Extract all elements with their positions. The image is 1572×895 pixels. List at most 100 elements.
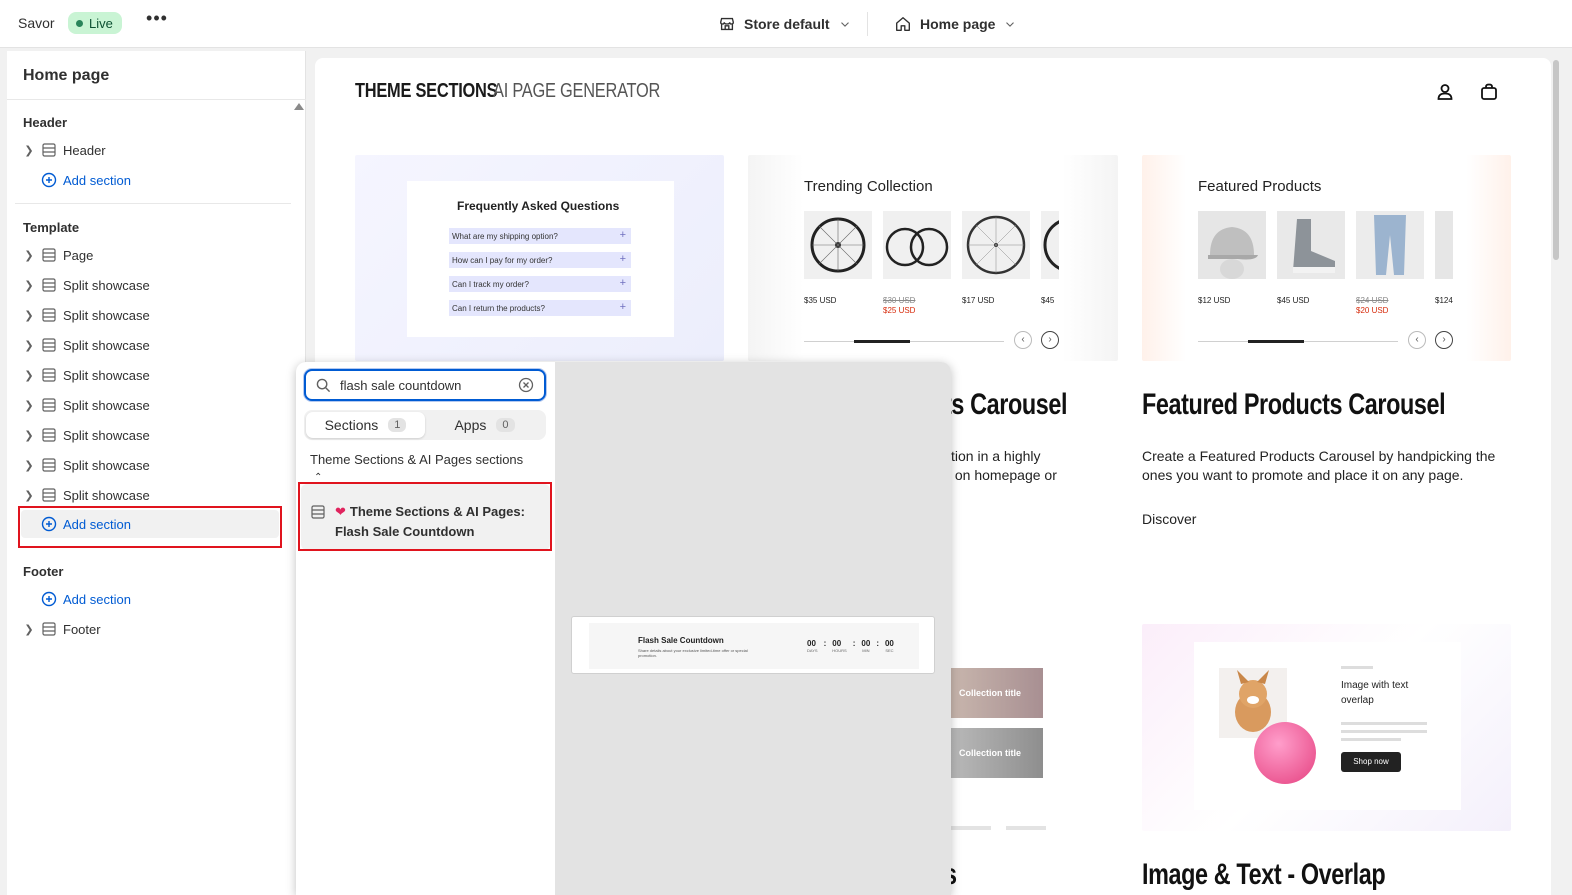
shop-now-button: Shop now: [1341, 752, 1401, 772]
sidebar-item-label: Split showcase: [63, 337, 150, 353]
trending-collection-thumbnail[interactable]: Trending Collection $35 USD $30 USD $25 …: [748, 155, 1118, 361]
preview-scrollbar[interactable]: [1553, 60, 1559, 260]
group-footer-heading: Footer: [23, 564, 64, 579]
featured-products-thumbnail[interactable]: Featured Products $12 USD $45 USD $24 US…: [1142, 155, 1511, 361]
flash-sale-inner: Flash Sale Countdown Share details about…: [589, 623, 919, 669]
search-icon: [316, 378, 331, 393]
product-price: $45 USD: [1277, 296, 1310, 305]
chevron-right-icon: ❯: [24, 623, 34, 636]
plus-circle-icon: [41, 591, 57, 607]
divider: [15, 203, 291, 204]
section-icon: [42, 368, 56, 382]
featured-heading: Featured Products: [1198, 178, 1322, 195]
image-text-overlap-thumbnail[interactable]: Image with text overlap Shop now: [1142, 624, 1511, 831]
sidebar-item-template-split-showcase[interactable]: ❯ Split showcase: [21, 331, 281, 359]
tab-apps[interactable]: Apps 0: [425, 412, 544, 438]
cart-bag-icon[interactable]: [1479, 82, 1499, 102]
product-price-sale: $20 USD: [1356, 306, 1389, 315]
section-icon: [42, 143, 56, 157]
collection-list-thumbnail[interactable]: Collection title Collection title: [951, 624, 1118, 831]
chevron-right-icon: ❯: [24, 339, 34, 352]
home-icon: [896, 17, 910, 31]
chevron-right-icon: ❯: [24, 459, 34, 472]
collection-image: Collection title: [951, 728, 1043, 778]
plus-circle-icon: [41, 172, 57, 188]
sidebar-item-footer[interactable]: ❯ Footer: [21, 615, 281, 643]
group-header-heading: Header: [23, 115, 68, 130]
sidebar-item-template-split-showcase[interactable]: ❯ Split showcase: [21, 361, 281, 389]
sidebar-item-header[interactable]: ❯ Header: [21, 136, 281, 164]
tab-label: Apps: [454, 417, 487, 433]
trending-heading: Trending Collection: [804, 178, 933, 195]
section-preview-pane: Flash Sale Countdown Share details about…: [555, 362, 951, 895]
add-section-popover: Flash Sale Countdown Share details about…: [296, 362, 951, 895]
sidebar-item-template-split-showcase[interactable]: ❯ Split showcase: [21, 301, 281, 329]
section-icon: [42, 398, 56, 412]
product-image: [1435, 211, 1453, 279]
sidebar-item-template-split-showcase[interactable]: ❯ Split showcase: [21, 391, 281, 419]
more-actions-button[interactable]: •••: [146, 9, 168, 34]
faq-section-thumbnail[interactable]: Frequently Asked Questions What are my s…: [355, 155, 724, 361]
prev-arrow-icon: ‹: [1408, 331, 1426, 349]
top-bar: Savor Live ••• Store default Home page: [0, 0, 1572, 48]
tab-sections[interactable]: Sections 1: [306, 412, 425, 438]
faq-card: Frequently Asked Questions What are my s…: [407, 181, 674, 337]
sidebar-item-label: Split showcase: [63, 277, 150, 293]
product-price-old: $30 USD: [883, 296, 916, 305]
add-section-label: Add section: [63, 172, 131, 188]
page-selector[interactable]: Home page: [894, 12, 1017, 36]
product-image: [883, 211, 951, 279]
featured-products-description: Create a Featured Products Carousel by h…: [1142, 448, 1496, 483]
discover-link[interactable]: Discover: [1142, 510, 1196, 529]
store-selector[interactable]: Store default: [718, 12, 852, 36]
overlap-card: Image with text overlap Shop now: [1194, 642, 1461, 810]
carousel-desc-partial: tion in a highly on homepage or: [951, 448, 1057, 483]
divider: [7, 99, 306, 100]
product-price: $35 USD: [804, 296, 837, 305]
image-text-overlap-title: Image & Text - Overlap: [1142, 858, 1386, 891]
carousel-title-partial: ts Carousel: [944, 388, 1068, 421]
toy-ball-image: [1254, 722, 1316, 784]
product-image: [962, 211, 1030, 279]
highlight-add-section: [18, 506, 282, 548]
account-icon[interactable]: [1435, 82, 1455, 102]
sidebar-item-label: Split showcase: [63, 367, 150, 383]
faq-item: How can I pay for my order? +: [449, 252, 631, 268]
sidebar-item-label: Footer: [63, 621, 101, 637]
results-tabs: Sections 1 Apps 0: [304, 410, 546, 440]
product-price: $17 USD: [962, 296, 995, 305]
brand-main[interactable]: THEME SECTIONS: [355, 80, 498, 103]
slider-thumb: [854, 340, 910, 343]
sidebar-item-label: Header: [63, 142, 106, 158]
divider: [867, 12, 868, 36]
sidebar-item-template-split-showcase[interactable]: ❯ Split showcase: [21, 271, 281, 299]
product-price: $12 USD: [1198, 296, 1231, 305]
brand-secondary[interactable]: AI PAGE GENERATOR: [493, 80, 660, 103]
add-section-header-button[interactable]: Add section: [21, 166, 281, 194]
sidebar-item-template-split-showcase[interactable]: ❯ Split showcase: [21, 451, 281, 479]
tab-count: 0: [496, 418, 515, 432]
sidebar-title: Home page: [23, 67, 110, 84]
sidebar-item-template-split-showcase[interactable]: ❯ Split showcase: [21, 421, 281, 449]
sidebar-item-template-split-showcase[interactable]: ❯ Split showcase: [21, 481, 281, 509]
flash-sale-preview-card: Flash Sale Countdown Share details about…: [571, 616, 935, 674]
sidebar-item-label: Split showcase: [63, 487, 150, 503]
sidebar-item-template-page[interactable]: ❯ Page: [21, 241, 281, 269]
sidebar: Home page Header ❯ Header Add section Te…: [7, 51, 306, 895]
store-selector-label: Store default: [744, 16, 830, 32]
scroll-up-arrow-icon[interactable]: [294, 103, 304, 110]
slider-thumb: [1248, 340, 1304, 343]
sidebar-item-label: Page: [63, 247, 94, 263]
faq-item: Can I track my order? +: [449, 276, 631, 292]
live-label: Live: [89, 15, 113, 31]
clear-search-icon[interactable]: [518, 377, 534, 393]
product-image: [1198, 211, 1266, 279]
faq-item: What are my shipping option? +: [449, 228, 631, 244]
section-search-input[interactable]: [340, 376, 505, 394]
sidebar-item-label: Split showcase: [63, 307, 150, 323]
add-section-footer-button[interactable]: Add section: [21, 585, 281, 613]
highlight-search-result: [298, 482, 552, 551]
page-selector-label: Home page: [920, 16, 996, 32]
results-group-heading: Theme Sections & AI Pages sections: [310, 452, 524, 467]
product-price: $45: [1041, 296, 1055, 305]
